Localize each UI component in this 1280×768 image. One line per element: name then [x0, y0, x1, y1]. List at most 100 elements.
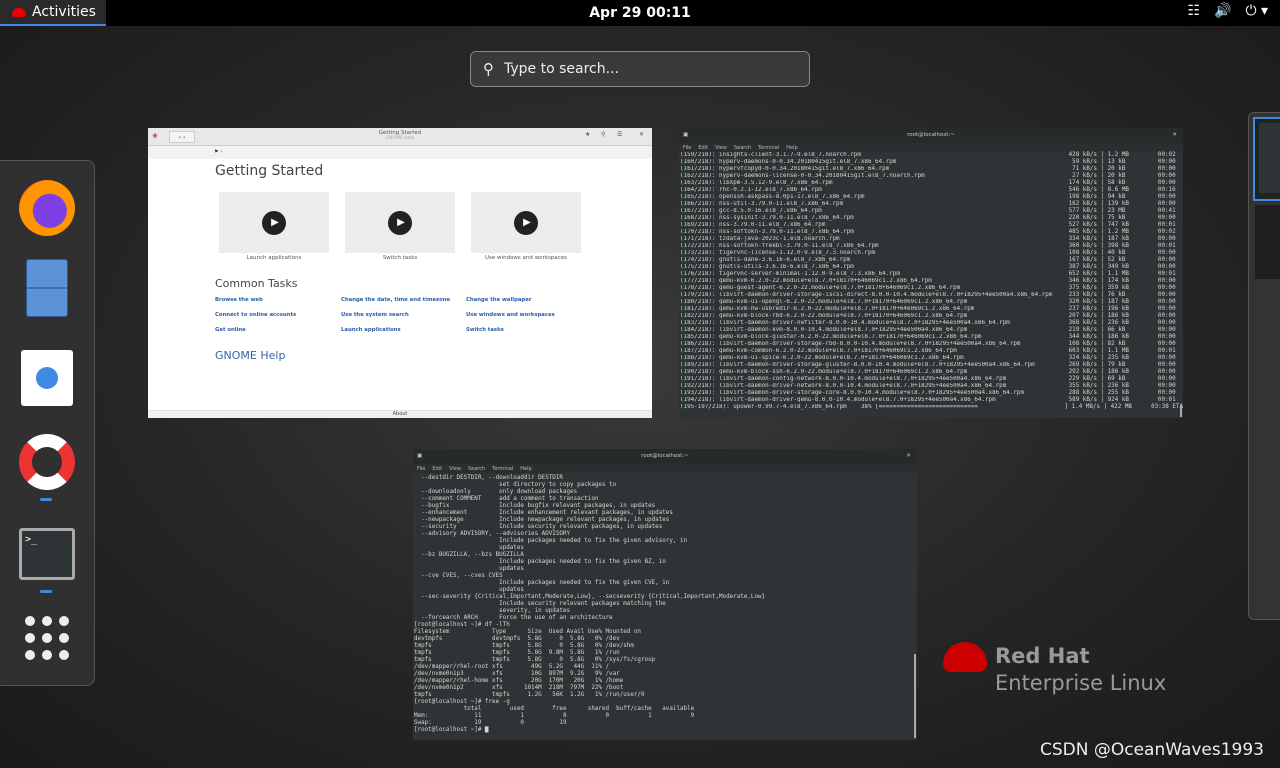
terminal-line: --advisory ADVISORY, --advisories ADVISO…: [414, 531, 571, 537]
video-switch-tasks[interactable]: ▶: [345, 192, 455, 253]
rate: 162 kB/s: [1068, 201, 1097, 207]
close-icon[interactable]: ✕: [906, 449, 911, 464]
terminal-line: Filesystem Type Size Used Avail Use% Mou…: [414, 629, 641, 635]
size: 52 kB: [1107, 257, 1126, 263]
menu-view[interactable]: View: [449, 466, 461, 472]
workspace-2[interactable]: [1255, 205, 1280, 279]
task-link[interactable]: Get online: [215, 327, 246, 333]
activities-button[interactable]: Activities: [0, 0, 106, 26]
play-icon: ▶: [514, 210, 538, 235]
task-link[interactable]: Connect to online accounts: [215, 312, 296, 318]
video-windows-workspaces[interactable]: ▶: [471, 192, 581, 253]
search-input[interactable]: ⚲ Type to search...: [470, 51, 810, 87]
download-row: (178/218): qemu-guest-agent-6.2.0-22.mod…: [680, 285, 1183, 292]
task-link[interactable]: Change the date, time and timezone: [341, 297, 450, 303]
menu-search[interactable]: Search: [468, 466, 485, 472]
task-link[interactable]: Launch applications: [341, 327, 401, 333]
rate: 292 kB/s: [1068, 369, 1097, 375]
rate: 428 kB/s: [1068, 152, 1097, 158]
breadcrumb[interactable]: ⚑ ›: [148, 146, 652, 159]
dash-firefox[interactable]: [14, 175, 80, 241]
menu-view[interactable]: View: [715, 145, 727, 151]
download-row: (189/218): libvirt-daemon-driver-storage…: [680, 362, 1183, 369]
package-name: (190/218): qemu-kvm-block-ssh-6.2.0-22.m…: [680, 369, 968, 375]
dash-terminal[interactable]: >_: [14, 521, 80, 593]
window-getting-started[interactable]: ❀ ‹ › Getting Started GNOME Help ★ ⚲ ☰ ✕ …: [148, 128, 652, 418]
running-indicator: [40, 498, 52, 501]
search-icon[interactable]: ⚲: [601, 131, 605, 138]
dash-software[interactable]: [14, 345, 80, 411]
menu-terminal[interactable]: Terminal: [758, 145, 779, 151]
menu-icon[interactable]: ☰: [617, 131, 622, 138]
terminal-icon: >_: [19, 528, 75, 580]
close-icon[interactable]: ✕: [1172, 128, 1177, 143]
download-row: (160/218): hyperv-daemons-0-0.34.2018041…: [680, 159, 1183, 166]
files-icon: [26, 259, 68, 317]
size: 75 kB: [1107, 215, 1126, 221]
time: 00:00: [1157, 320, 1176, 326]
rate: 71 kB/s: [1072, 166, 1097, 172]
size: 23 MB: [1107, 208, 1126, 214]
task-link[interactable]: Change the wallpaper: [466, 297, 531, 303]
task-link[interactable]: Use windows and workspaces: [466, 312, 555, 318]
time: 00:00: [1157, 173, 1176, 179]
size: 13 kB: [1107, 159, 1126, 165]
size: 139 kB: [1107, 201, 1129, 207]
sep: |: [1097, 348, 1108, 354]
menu-file[interactable]: File: [417, 466, 425, 472]
scrollbar[interactable]: [1180, 405, 1182, 417]
sep: |: [1097, 222, 1108, 228]
workspace-1[interactable]: [1253, 117, 1280, 201]
menu-edit[interactable]: Edit: [432, 466, 442, 472]
dash-files[interactable]: [14, 255, 80, 321]
package-name: (171/218): tzdata-java-2023c-1.el8.noarc…: [680, 236, 840, 242]
menu-terminal[interactable]: Terminal: [492, 466, 513, 472]
brand-product: Enterprise Linux: [995, 671, 1167, 695]
download-row: (161/218): hypervfcopyd-0-0.34.20180415g…: [680, 166, 1183, 173]
power-icon[interactable]: ⏻ ▾: [1245, 3, 1268, 19]
size: 236 kB: [1107, 320, 1129, 326]
about-link[interactable]: About: [148, 410, 652, 418]
gnome-help-link[interactable]: GNOME Help: [215, 349, 285, 362]
task-link[interactable]: Browse the web: [215, 297, 263, 303]
clock-label[interactable]: Apr 29 00:11: [589, 5, 691, 21]
video-launch-applications[interactable]: ▶: [219, 192, 329, 253]
rate: 320 kB/s: [1068, 299, 1097, 305]
menu-search[interactable]: Search: [734, 145, 751, 151]
dash-help[interactable]: [14, 429, 80, 501]
window-terminal-2[interactable]: ▣ root@localhost:~ ✕ File Edit View Search Ter…: [413, 449, 917, 740]
task-link[interactable]: Use the system search: [341, 312, 409, 318]
package-name: (184/218): libvirt-daemon-kvm-8.0.0-10.4…: [680, 327, 968, 333]
system-tray[interactable]: ☷ 🔊 ⏻ ▾: [1187, 3, 1268, 19]
bookmark-icon[interactable]: ★: [585, 131, 590, 138]
time: 00:00: [1157, 250, 1176, 256]
menu-edit[interactable]: Edit: [698, 145, 708, 151]
volume-icon[interactable]: 🔊: [1214, 3, 1231, 19]
size: 8.6 MB: [1107, 187, 1129, 193]
sep: |: [1097, 201, 1108, 207]
terminal-output[interactable]: --destdir DESTDIR, --downloaddir DESTDIR…: [413, 473, 917, 734]
download-row: (177/218): qemu-kvm-6.2.0-22.module+el8.…: [680, 278, 1183, 285]
rate: 375 kB/s: [1068, 285, 1097, 291]
menu-help[interactable]: Help: [786, 145, 797, 151]
size: 747 kB: [1107, 222, 1129, 228]
download-row: (170/218): nss-softokn-3.79.0-11.el8_7.x…: [680, 229, 1183, 236]
sep: |: [1097, 383, 1108, 389]
terminal-line: --bz BUGZILLA, --bzs BUGZILLA: [414, 552, 524, 558]
size: 196 kB: [1107, 306, 1129, 312]
scrollbar[interactable]: [914, 654, 916, 738]
sep: |: [1097, 341, 1108, 347]
terminal-menubar: File Edit View Search Terminal Help: [413, 464, 917, 473]
network-icon[interactable]: ☷: [1187, 3, 1200, 19]
package-name: (176/218): tigervnc-server-minimal-1.12.…: [680, 271, 900, 277]
menu-help[interactable]: Help: [520, 466, 531, 472]
size: 255 kB: [1107, 390, 1129, 396]
menu-file[interactable]: File: [683, 145, 691, 151]
show-applications-button[interactable]: [14, 605, 80, 671]
terminal-output[interactable]: (159/218): insights-client-3.1.7-9.el8_7…: [679, 152, 1183, 411]
window-terminal-1[interactable]: ▣ root@localhost:~ ✕ File Edit View Search Ter…: [679, 128, 1183, 418]
task-link[interactable]: Switch tasks: [466, 327, 504, 333]
close-icon[interactable]: ✕: [639, 131, 644, 138]
rate: 334 kB/s: [1068, 236, 1097, 242]
package-name: (173/218): tigervnc-license-1.12.0-9.el8…: [680, 250, 876, 256]
